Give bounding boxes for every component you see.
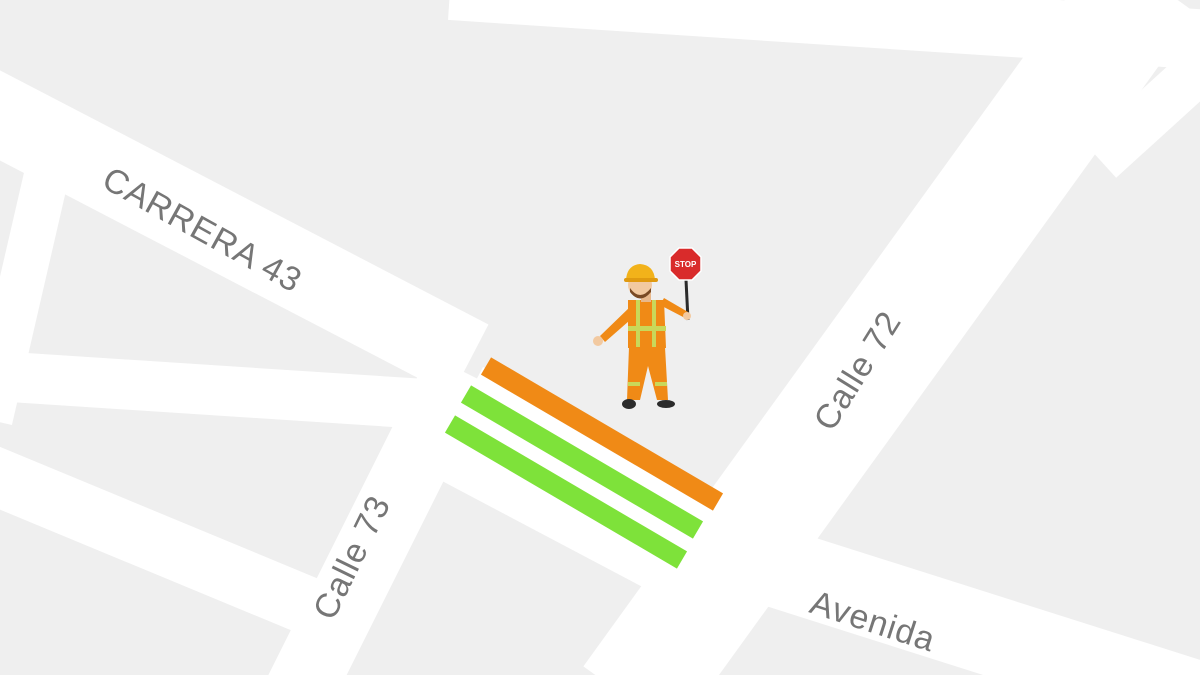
traffic-worker-with-stop-sign-icon[interactable]: STOP [593,247,702,409]
map-canvas: CARRERA 43 Calle 72 Calle 73 Avenida STO… [0,0,1200,675]
worker-legs [627,347,668,400]
worker-boot-left [622,399,636,409]
worker-right-hand [683,312,691,320]
worker-vest-reflective-stripe-left [636,300,640,348]
worker-vest [628,300,666,348]
worker-vest-reflective-stripe-right [652,300,656,348]
worker-leg-band-right [655,382,667,386]
stop-sign-text: STOP [675,260,697,269]
map-view[interactable]: CARRERA 43 Calle 72 Calle 73 Avenida STO… [0,0,1200,675]
road-left-horizontal [0,351,442,430]
worker-boot-right [657,400,675,408]
worker-vest-reflective-band [628,326,666,331]
hard-hat-brim [624,278,658,282]
worker-left-hand [593,336,603,346]
road-lower-left [0,446,342,642]
hard-hat-icon [626,264,655,280]
worker-leg-band-left [628,382,640,386]
